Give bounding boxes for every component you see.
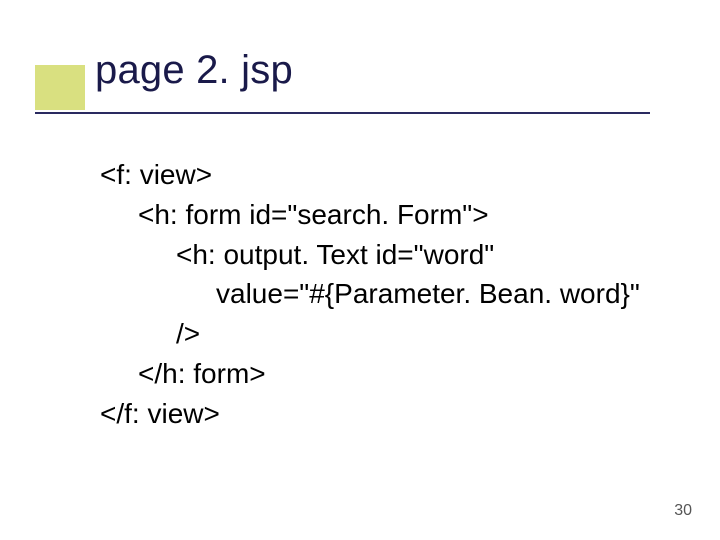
accent-box bbox=[35, 65, 85, 110]
code-block: <f: view> <h: form id="search. Form"> <h… bbox=[100, 155, 680, 433]
slide: page 2. jsp <f: view> <h: form id="searc… bbox=[0, 0, 720, 540]
page-title: page 2. jsp bbox=[95, 48, 293, 93]
code-line: </h: form> bbox=[100, 354, 680, 394]
code-line: /> bbox=[100, 314, 680, 354]
page-number: 30 bbox=[674, 502, 692, 520]
code-line: <h: output. Text id="word" bbox=[100, 235, 680, 275]
code-line: <f: view> bbox=[100, 155, 680, 195]
code-line: <h: form id="search. Form"> bbox=[100, 195, 680, 235]
code-line: </f: view> bbox=[100, 394, 680, 434]
title-underline bbox=[35, 112, 650, 114]
code-line: value="#{Parameter. Bean. word}" bbox=[100, 274, 680, 314]
